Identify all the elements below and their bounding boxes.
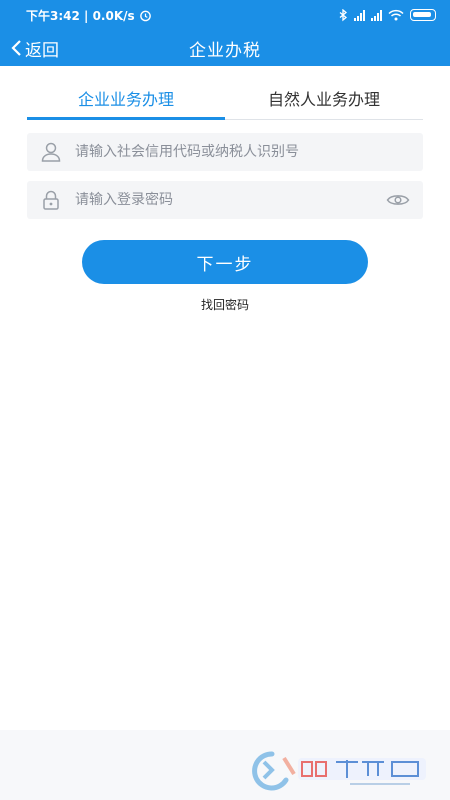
battery-icon <box>410 9 436 21</box>
nav-bar: 返回 企业办税 <box>0 30 450 66</box>
user-icon <box>39 140 63 164</box>
lock-icon <box>39 188 63 212</box>
password-field <box>27 181 423 219</box>
site-watermark-logo <box>252 751 426 791</box>
status-right <box>339 8 436 22</box>
status-bar: 下午3:42 | 0.0K/s <box>0 0 450 30</box>
page-title: 企业办税 <box>189 40 261 61</box>
account-field <box>27 133 423 171</box>
login-tabs: 企业业务办理 自然人业务办理 <box>27 82 423 120</box>
eye-icon[interactable] <box>385 190 411 210</box>
tab-natural-person[interactable]: 自然人业务办理 <box>225 82 423 119</box>
signal-icon-2 <box>371 9 382 21</box>
status-time-network: 下午3:42 | 0.0K/s <box>26 8 135 23</box>
alarm-icon <box>139 10 151 21</box>
password-input[interactable] <box>75 181 385 219</box>
top-header: 下午3:42 | 0.0K/s 返回 企业办税 <box>0 0 450 66</box>
back-label: 返回 <box>25 40 59 61</box>
wifi-icon <box>388 9 404 21</box>
status-left: 下午3:42 | 0.0K/s <box>26 7 152 24</box>
tab-enterprise[interactable]: 企业业务办理 <box>27 82 225 120</box>
recover-password-link[interactable]: 找回密码 <box>0 296 450 313</box>
chevron-left-icon <box>11 40 21 56</box>
bluetooth-icon <box>339 8 348 21</box>
back-button[interactable]: 返回 <box>10 30 59 66</box>
next-step-button[interactable]: 下一步 <box>82 240 368 284</box>
signal-icon-1 <box>354 9 365 21</box>
account-input[interactable] <box>75 133 423 171</box>
